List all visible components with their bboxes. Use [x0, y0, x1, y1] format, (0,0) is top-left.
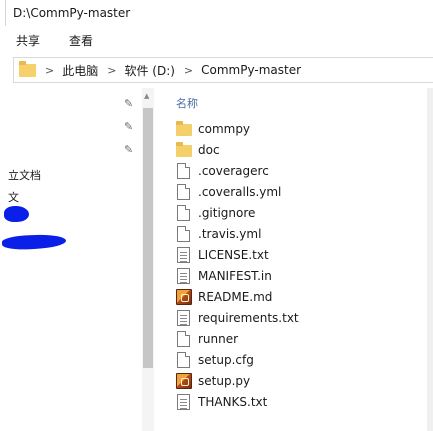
address-bar[interactable]: > 此电脑 > 软件 (D:) > CommPy-master: [13, 57, 433, 83]
chevron-right-icon[interactable]: >: [184, 64, 193, 77]
text-file-icon: [177, 309, 190, 326]
text-file-icon: [177, 246, 190, 263]
nav-item-text[interactable]: 文: [8, 189, 19, 205]
file-row[interactable]: .coveralls.yml: [176, 181, 426, 202]
title-bar-edge: [0, 0, 6, 26]
file-row[interactable]: setup.py: [176, 370, 426, 391]
file-name: requirements.txt: [198, 310, 299, 325]
file-row[interactable]: setup.cfg: [176, 349, 426, 370]
file-icon: [177, 351, 190, 368]
file-icon: [177, 162, 190, 179]
tab-view[interactable]: 查看: [53, 32, 106, 49]
file-name: setup.py: [198, 373, 251, 388]
breadcrumb-drive-d[interactable]: 软件 (D:): [124, 62, 174, 79]
file-list: 名称 commpy doc .coveragerc .coveralls.yml .gi…: [166, 88, 433, 431]
redaction-mark: [1, 233, 67, 251]
redaction-mark: [4, 206, 29, 222]
file-name: .gitignore: [198, 205, 256, 220]
file-icon: [177, 204, 190, 221]
file-row[interactable]: MANIFEST.in: [176, 265, 426, 286]
nav-scrollbar-thumb[interactable]: [143, 108, 153, 368]
file-row[interactable]: .travis.yml: [176, 223, 426, 244]
breadcrumb-this-pc[interactable]: 此电脑: [62, 62, 98, 79]
file-name: doc: [198, 142, 220, 157]
chevron-right-icon[interactable]: >: [107, 64, 116, 77]
pin-icon[interactable]: ✎: [124, 143, 133, 156]
file-row[interactable]: requirements.txt: [176, 307, 426, 328]
file-row[interactable]: doc: [176, 139, 426, 160]
file-row[interactable]: runner: [176, 328, 426, 349]
file-name: THANKS.txt: [198, 394, 268, 409]
pin-icon[interactable]: ✎: [124, 97, 133, 110]
pin-icon[interactable]: ✎: [124, 120, 133, 133]
file-name: commpy: [198, 121, 251, 136]
window-title: D:\CommPy-master: [13, 6, 131, 20]
file-name: .coveragerc: [198, 163, 269, 178]
file-row[interactable]: LICENSE.txt: [176, 244, 426, 265]
file-icon: [177, 225, 190, 242]
file-icon: [177, 330, 190, 347]
file-name: setup.cfg: [198, 352, 254, 367]
file-row[interactable]: .coveragerc: [176, 160, 426, 181]
folder-icon: [176, 121, 192, 136]
python-file-icon: [176, 372, 192, 389]
breadcrumb-commpy-master[interactable]: CommPy-master: [201, 63, 301, 77]
folder-icon: [176, 142, 192, 157]
column-header-name[interactable]: 名称: [176, 95, 198, 111]
title-bar: D:\CommPy-master: [0, 0, 433, 26]
ribbon-tabs: 共享 查看: [0, 26, 433, 54]
tab-share[interactable]: 共享: [0, 32, 53, 49]
file-name: MANIFEST.in: [198, 268, 272, 283]
file-name: .coveralls.yml: [198, 184, 282, 199]
file-icon: [177, 183, 190, 200]
chevron-right-icon[interactable]: >: [45, 64, 54, 77]
text-file-icon: [177, 267, 190, 284]
file-row[interactable]: README.md: [176, 286, 426, 307]
scroll-up-icon[interactable]: ▲: [144, 92, 149, 100]
file-list-scrollbar[interactable]: [427, 88, 433, 431]
file-row[interactable]: THANKS.txt: [176, 391, 426, 412]
text-file-icon: [177, 393, 190, 410]
nav-item-documents[interactable]: 立文档: [8, 167, 41, 183]
python-file-icon: [176, 288, 192, 305]
navigation-pane: ✎ ✎ ✎ 立文档 文 ▲: [0, 88, 159, 431]
file-row[interactable]: commpy: [176, 118, 426, 139]
folder-icon: [19, 60, 36, 77]
file-name: README.md: [198, 289, 273, 304]
file-row[interactable]: .gitignore: [176, 202, 426, 223]
file-name: LICENSE.txt: [198, 247, 269, 262]
file-name: runner: [198, 331, 239, 346]
file-explorer-window: D:\CommPy-master 共享 查看 > 此电脑 > 软件 (D:) >…: [0, 0, 433, 431]
file-name: .travis.yml: [198, 226, 262, 241]
